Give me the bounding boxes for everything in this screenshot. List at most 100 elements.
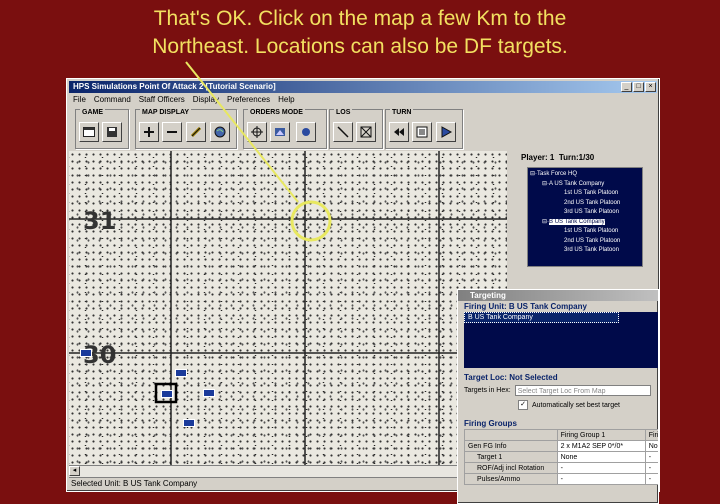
list-icon <box>416 126 428 138</box>
table-row-label: ROF/Adj incl Rotation <box>464 462 558 474</box>
toolbar-group-label: ORDERS MODE <box>248 109 305 116</box>
maximize-button[interactable]: □ <box>633 82 644 92</box>
table-cell[interactable]: 2 x M1A2 SEP 0*/0* <box>556 440 646 452</box>
tree-item-task-force-hq[interactable]: ⊟·Task Force HQ <box>528 170 642 180</box>
menu-help[interactable]: Help <box>278 94 294 106</box>
grid-label-31: 31 <box>83 207 117 235</box>
toolbar-group-label: MAP DISPLAY <box>140 109 192 116</box>
window-title: HPS Simulations Point Of Attack 2 [Tutor… <box>69 81 657 93</box>
zoom-out-button[interactable] <box>162 122 182 142</box>
target-loc-label: Target Loc: Not Selected <box>464 373 558 382</box>
table-row: Gen FG Info 2 x M1A2 SEP 0*/0* Nor <box>464 440 658 452</box>
table-cell[interactable]: - <box>644 462 658 474</box>
turn-label: Turn:1/30 <box>558 153 595 162</box>
toolbar-group-label: GAME <box>80 109 105 116</box>
unit-tree[interactable]: ⊟·Task Force HQ ⊟·A US Tank Company 1st … <box>527 167 643 267</box>
fire-order-button[interactable] <box>270 122 290 142</box>
menu-command[interactable]: Command <box>94 94 131 106</box>
crosshair-icon <box>251 126 263 138</box>
window-icon <box>83 127 95 137</box>
rewind-button[interactable] <box>389 122 409 142</box>
table-header-cell: Firing Group 1 <box>556 429 646 441</box>
auto-best-target-checkbox[interactable]: ✓ <box>518 400 528 410</box>
menu-preferences[interactable]: Preferences <box>227 94 270 106</box>
table-row-label: Gen FG Info <box>464 440 558 452</box>
tactical-map[interactable]: 31 30 <box>69 151 507 465</box>
targets-in-hex-label: Targets in Hex: <box>464 387 511 394</box>
tree-item-b-company[interactable]: ⊟·B US Tank Company <box>528 218 642 228</box>
diagonal-line-icon <box>337 126 349 138</box>
table-header-cell: Firi <box>644 429 658 441</box>
toolbar-group-label: LOS <box>334 109 353 116</box>
targets-in-hex-select[interactable]: Select Target Loc From Map <box>514 385 651 396</box>
map-overlay <box>69 151 507 465</box>
tree-item-platoon[interactable]: 3rd US Tank Platoon <box>528 246 642 256</box>
table-cell[interactable]: Nor <box>644 440 658 452</box>
firing-unit-item[interactable]: B US Tank Company <box>464 312 619 323</box>
table-cell[interactable]: - <box>556 473 646 485</box>
cross-box-icon <box>360 126 372 138</box>
unit-marker[interactable] <box>203 389 215 397</box>
target-map-icon <box>275 128 285 136</box>
table-row: ROF/Adj incl Rotation - - <box>464 462 658 474</box>
tutorial-caption-line-2: Northeast. Locations can also be DF targ… <box>152 35 568 58</box>
table-row-label: Pulses/Ammo <box>464 473 558 485</box>
los-check-button[interactable] <box>333 122 353 142</box>
player-label: Player: 1 <box>521 153 555 162</box>
toolbar-group-los: LOS <box>329 109 383 149</box>
table-header-cell <box>464 429 558 441</box>
firing-unit-list[interactable]: B US Tank Company <box>464 312 658 368</box>
toolbar-group-orders-mode: ORDERS MODE <box>243 109 327 149</box>
turn-log-button[interactable] <box>412 122 432 142</box>
tree-item-platoon[interactable]: 1st US Tank Platoon <box>528 227 642 237</box>
menu-display[interactable]: Display <box>193 94 219 106</box>
unit-marker[interactable] <box>175 369 187 377</box>
minimize-button[interactable]: _ <box>621 82 632 92</box>
tree-item-platoon[interactable]: 3rd US Tank Platoon <box>528 208 642 218</box>
rewind-icon <box>394 128 404 136</box>
table-header-row: Firing Group 1 Firi <box>464 429 658 441</box>
select-unit-button[interactable] <box>296 122 316 142</box>
table-row: Pulses/Ammo - - <box>464 473 658 485</box>
tree-item-platoon[interactable]: 2nd US Tank Platoon <box>528 199 642 209</box>
auto-best-target-label: Automatically set best target <box>532 401 620 409</box>
firing-unit-label: Firing Unit: B US Tank Company <box>464 302 587 311</box>
dot-icon <box>302 128 310 136</box>
menu-staff-officers[interactable]: Staff Officers <box>139 94 185 106</box>
plus-icon <box>144 127 154 137</box>
table-cell[interactable]: None <box>556 451 646 463</box>
toolbar-group-game: GAME <box>75 109 129 149</box>
table-cell[interactable]: - <box>644 473 658 485</box>
play-icon <box>441 126 453 138</box>
targeting-dialog: Targeting Firing Unit: B US Tank Company… <box>457 289 659 504</box>
open-game-button[interactable] <box>79 122 99 142</box>
save-game-button[interactable] <box>102 122 122 142</box>
unit-marker[interactable] <box>183 419 195 427</box>
targeting-dialog-title: Targeting <box>458 290 658 301</box>
end-turn-button[interactable] <box>436 122 456 142</box>
los-clear-button[interactable] <box>356 122 376 142</box>
minus-icon <box>167 131 177 133</box>
move-order-button[interactable] <box>247 122 267 142</box>
menu-file[interactable]: File <box>73 94 86 106</box>
toolbar-group-map-display: MAP DISPLAY <box>135 109 237 149</box>
tree-item-platoon[interactable]: 2nd US Tank Platoon <box>528 237 642 247</box>
globe-icon <box>214 126 226 138</box>
table-row-label: Target 1 <box>464 451 558 463</box>
pencil-icon <box>190 126 202 138</box>
tutorial-caption-line-1: That's OK. Click on the map a few Km to … <box>153 7 567 30</box>
close-button[interactable]: × <box>645 82 656 92</box>
tree-item-a-company[interactable]: ⊟·A US Tank Company <box>528 180 642 190</box>
menu-bar: File Command Staff Officers Display Pref… <box>69 94 657 106</box>
table-cell[interactable]: - <box>644 451 658 463</box>
scroll-left-arrow-icon[interactable]: ◂ <box>69 466 80 476</box>
firing-groups-table: Firing Group 1 Firi Gen FG Info 2 x M1A2… <box>464 429 658 485</box>
table-cell[interactable]: - <box>556 462 646 474</box>
map-overlay-button[interactable] <box>210 122 230 142</box>
disk-icon <box>107 127 117 137</box>
zoom-in-button[interactable] <box>139 122 159 142</box>
tree-item-platoon[interactable]: 1st US Tank Platoon <box>528 189 642 199</box>
unit-marker-selected[interactable] <box>161 390 173 398</box>
draw-line-button[interactable] <box>186 122 206 142</box>
unit-marker[interactable] <box>80 349 92 357</box>
